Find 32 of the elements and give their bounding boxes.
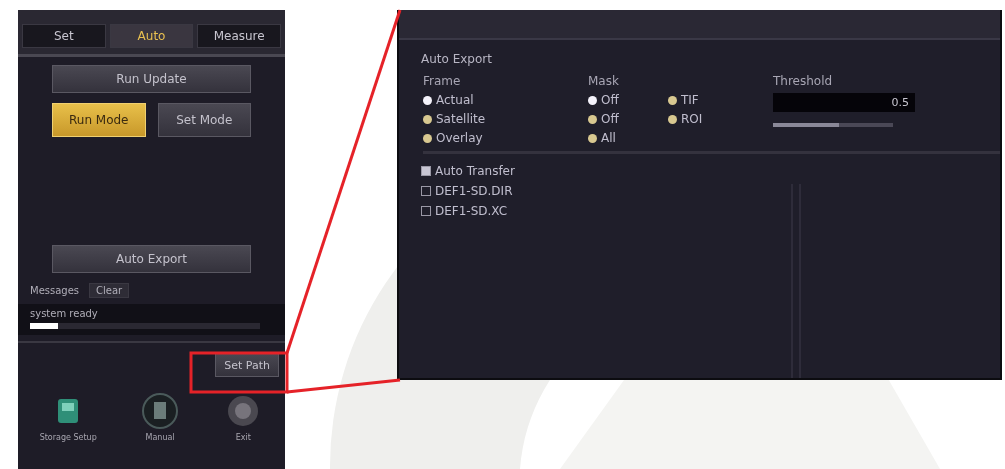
file-checkbox[interactable]: DEF1-SD.DIR xyxy=(421,184,791,198)
mask-radio[interactable]: ROI xyxy=(668,112,748,126)
mask-radio[interactable]: All xyxy=(588,131,668,145)
frame-label: Frame xyxy=(423,74,462,88)
messages-label: Messages xyxy=(30,285,80,296)
clear-button[interactable]: Clear xyxy=(89,283,130,298)
frame-radio[interactable]: Overlay xyxy=(423,131,588,145)
tool-label: Exit xyxy=(235,433,251,442)
tab[interactable]: Auto xyxy=(109,24,194,48)
book-icon[interactable] xyxy=(140,391,181,431)
message-text: system ready xyxy=(30,308,99,319)
section-title: Auto Export xyxy=(421,52,493,66)
auto-transfer-checkbox[interactable]: Auto Transfer xyxy=(421,164,791,178)
tool-label: Storage Setup xyxy=(39,433,97,442)
threshold-field[interactable]: 0.5 xyxy=(773,93,915,112)
threshold-label: Threshold xyxy=(773,74,834,88)
mode-button[interactable]: Run Mode xyxy=(52,103,146,137)
frame-radio[interactable]: Satellite xyxy=(423,112,588,126)
tab[interactable]: Set xyxy=(22,24,106,48)
auto-export-button[interactable]: Auto Export xyxy=(52,245,251,273)
mode-button[interactable]: Set Mode xyxy=(157,103,251,137)
mask-radio[interactable]: TIF xyxy=(668,93,748,107)
tool-label: Manual xyxy=(145,433,175,442)
mask-radio[interactable]: Off xyxy=(588,93,668,107)
frame-radio[interactable]: Actual xyxy=(423,93,588,107)
tab[interactable]: Measure xyxy=(197,24,281,48)
threshold-slider[interactable] xyxy=(773,123,893,127)
file-checkbox[interactable]: DEF1-SD.XC xyxy=(421,204,791,218)
mask-label: Mask xyxy=(588,74,620,88)
mask-radio[interactable]: Off xyxy=(588,112,668,126)
set-path-button[interactable]: Set Path xyxy=(215,353,279,377)
run-update-button[interactable]: Run Update xyxy=(52,65,251,93)
